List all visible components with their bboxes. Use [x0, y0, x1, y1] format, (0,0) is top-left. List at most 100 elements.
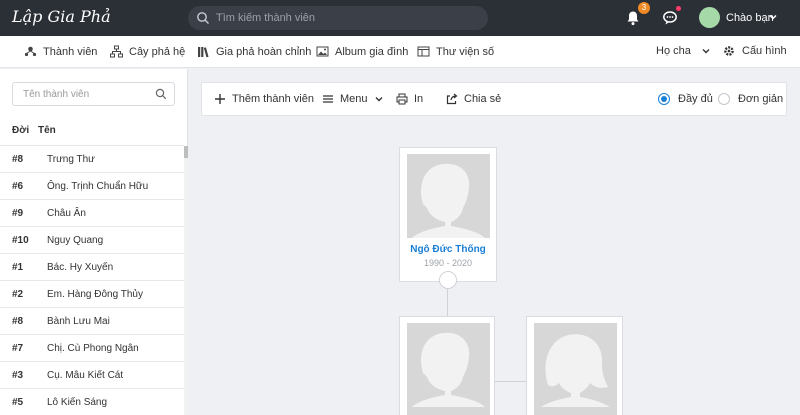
- person-years: 1990 - 2020: [423, 258, 473, 268]
- chevron-down-icon: [702, 49, 710, 54]
- member-name: Cụ. Mâu Kiết Cát: [47, 370, 124, 381]
- chevron-down-icon: [375, 97, 383, 102]
- sort-label: Họ cha: [656, 45, 691, 57]
- member-generation: #5: [12, 397, 24, 408]
- person-card[interactable]: [526, 316, 623, 415]
- nav-item-album[interactable]: Album gia đình: [316, 45, 408, 58]
- list-item[interactable]: #9 Châu Ân: [0, 200, 184, 227]
- person-card[interactable]: [399, 316, 495, 415]
- view-simple-label: Đơn giản: [738, 93, 784, 105]
- add-member-button[interactable]: Thêm thành viên: [214, 93, 314, 105]
- add-member-label: Thêm thành viên: [232, 93, 314, 105]
- menu-label: Menu: [340, 93, 368, 105]
- sort-dropdown[interactable]: Họ cha: [656, 45, 711, 57]
- main-nav: Thành viên Cây phả hệ Gia phả hoàn chỉnh…: [0, 36, 800, 68]
- view-simple-radio[interactable]: Đơn giản: [718, 93, 783, 105]
- print-button[interactable]: In: [396, 93, 423, 105]
- nav-item-label: Cây phả hệ: [129, 45, 186, 58]
- list-item[interactable]: #8 Bành Lưu Mai: [0, 308, 184, 335]
- scrollbar[interactable]: [184, 146, 188, 415]
- list-item[interactable]: #10 Nguy Quang: [0, 227, 184, 254]
- printer-icon: [396, 93, 408, 105]
- nav-item-library[interactable]: Thư viện số: [417, 45, 494, 58]
- person-card[interactable]: Ngô Đức Thống 1990 - 2020: [399, 147, 497, 282]
- avatar[interactable]: [699, 7, 720, 28]
- member-generation: #10: [12, 235, 29, 246]
- books-icon: [198, 47, 209, 58]
- member-generation: #1: [12, 262, 24, 273]
- plus-icon: [215, 94, 225, 104]
- search-placeholder: Tìm kiếm thành viên: [216, 12, 316, 24]
- print-label: In: [414, 93, 424, 105]
- library-icon: [417, 46, 430, 57]
- nav-item-members[interactable]: Thành viên: [24, 45, 97, 58]
- member-filter-input[interactable]: [13, 83, 143, 105]
- chevron-down-icon[interactable]: [768, 12, 778, 22]
- member-generation: #8: [12, 154, 24, 165]
- settings-button[interactable]: Cấu hình: [723, 45, 787, 57]
- member-name: Bác. Hy Xuyến: [47, 262, 114, 273]
- spouse-connector: [495, 381, 527, 382]
- gear-icon: [724, 46, 734, 56]
- member-generation: #3: [12, 370, 24, 381]
- member-sidebar: Đời Tên #8 Trưng Thư #6 Ông. Trịnh Chuẩn Hữ…: [0, 69, 188, 415]
- nav-item-label: Album gia đình: [335, 45, 409, 58]
- chat-icon[interactable]: [662, 10, 678, 26]
- member-name: Bành Lưu Mai: [47, 316, 110, 327]
- list-item[interactable]: #3 Cụ. Mâu Kiết Cát: [0, 362, 184, 389]
- app-logo[interactable]: Lập Gia Phả: [12, 7, 111, 26]
- radio-unselected-icon[interactable]: [718, 93, 730, 105]
- collapse-node-toggle[interactable]: [439, 271, 457, 289]
- member-generation: #8: [12, 316, 24, 327]
- nav-item-full-genealogy[interactable]: Gia phả hoàn chỉnh: [197, 45, 311, 58]
- member-name: Ông. Trịnh Chuẩn Hữu: [47, 181, 149, 192]
- tree-connector: [447, 289, 448, 316]
- scrollbar-thumb[interactable]: [184, 146, 188, 158]
- list-item[interactable]: #8 Trưng Thư: [0, 146, 184, 173]
- member-name: Trưng Thư: [47, 154, 95, 165]
- person-photo: [407, 323, 490, 415]
- share-label: Chia sẻ: [464, 93, 502, 105]
- view-full-label: Đầy đủ: [678, 93, 713, 105]
- members-icon: [24, 46, 37, 57]
- chat-unread-dot: [676, 6, 681, 11]
- global-search[interactable]: Tìm kiếm thành viên: [188, 6, 488, 30]
- female-avatar-icon: [541, 334, 610, 407]
- person-name[interactable]: Ngô Đức Thống: [400, 244, 496, 255]
- list-item[interactable]: #1 Bác. Hy Xuyến: [0, 254, 184, 281]
- bell-icon[interactable]: [626, 10, 640, 26]
- member-name: Chị. Cù Phong Ngân: [47, 343, 139, 354]
- radio-selected-icon[interactable]: [658, 93, 670, 105]
- menu-dropdown[interactable]: Menu: [322, 93, 384, 105]
- nav-item-label: Thành viên: [43, 45, 98, 58]
- list-item[interactable]: #7 Chị. Cù Phong Ngân: [0, 335, 184, 362]
- hamburger-icon: [323, 95, 333, 103]
- member-name: Châu Ân: [47, 208, 86, 219]
- tree-toolbar: Thêm thành viên Menu In Chia sẻ Đầy đủ Đ…: [201, 82, 787, 116]
- member-generation: #2: [12, 289, 24, 300]
- member-generation: #6: [12, 181, 24, 192]
- member-filter[interactable]: [12, 82, 175, 106]
- list-item[interactable]: #2 Em. Hàng Đông Thủy: [0, 281, 184, 308]
- list-item[interactable]: #5 Lô Kiến Sáng: [0, 389, 184, 415]
- user-greeting[interactable]: Chào bạn: [726, 12, 774, 24]
- member-generation: #7: [12, 343, 24, 354]
- top-header: Lập Gia Phả Tìm kiếm thành viên 3 Chào b…: [0, 0, 800, 36]
- column-header-generation[interactable]: Đời: [12, 125, 29, 136]
- member-name: Nguy Quang: [47, 235, 104, 246]
- share-icon: [446, 93, 458, 105]
- share-button[interactable]: Chia sẻ: [446, 93, 501, 105]
- male-avatar-icon: [412, 332, 485, 407]
- album-icon: [316, 46, 329, 57]
- male-avatar-icon: [412, 163, 485, 238]
- search-icon[interactable]: [155, 88, 167, 100]
- nav-item-tree[interactable]: Cây phả hệ: [110, 45, 185, 58]
- nav-item-label: Thư viện số: [436, 45, 495, 58]
- member-list: #8 Trưng Thư #6 Ông. Trịnh Chuẩn Hữu #9 Châu …: [0, 146, 184, 415]
- person-photo: [407, 154, 490, 238]
- list-item[interactable]: #6 Ông. Trịnh Chuẩn Hữu: [0, 173, 184, 200]
- view-full-radio[interactable]: Đầy đủ: [658, 93, 713, 105]
- notification-badge: 3: [638, 2, 650, 14]
- search-icon: [197, 12, 209, 24]
- column-header-name[interactable]: Tên: [38, 125, 56, 136]
